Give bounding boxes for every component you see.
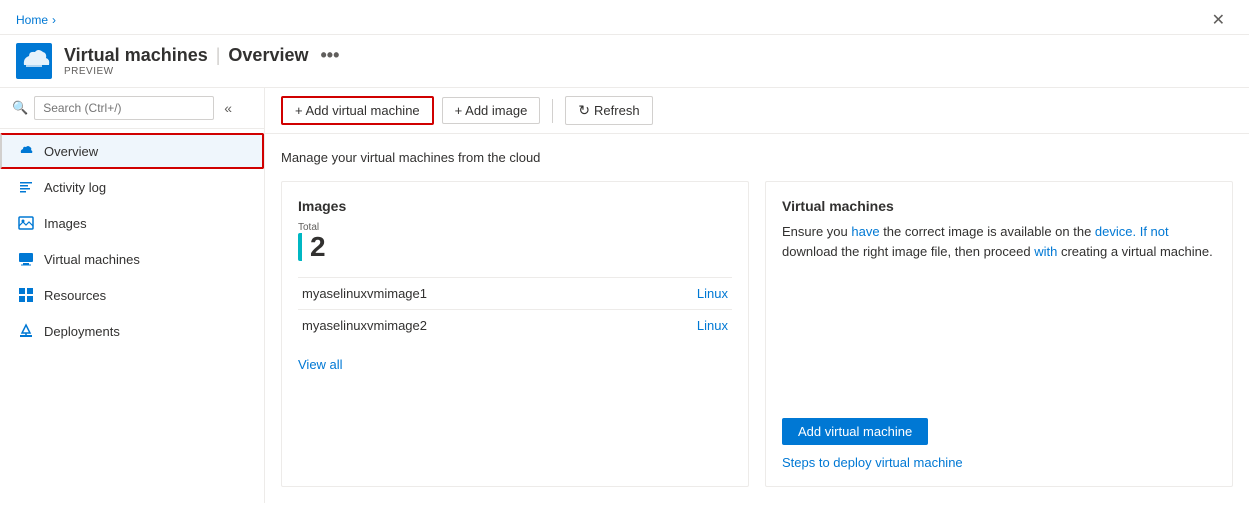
image-icon — [18, 215, 34, 231]
top-bar: Home › ✕ — [0, 0, 1249, 35]
breadcrumb: Home › — [16, 13, 56, 27]
breadcrumb-home[interactable]: Home — [16, 13, 48, 27]
table-row: myaselinuxvmimage1 Linux — [298, 277, 732, 309]
vm-steps-link[interactable]: Steps to deploy virtual machine — [782, 455, 1216, 470]
refresh-icon: ↻ — [578, 102, 590, 119]
total-count-wrapper: 2 — [298, 233, 732, 261]
total-label: Total — [298, 222, 732, 233]
sidebar-item-label-activity-log: Activity log — [44, 180, 106, 195]
page-header: Virtual machines | Overview ••• PREVIEW — [0, 35, 1249, 88]
table-row: myaselinuxvmimage2 Linux — [298, 309, 732, 341]
content-heading: Manage your virtual machines from the cl… — [281, 150, 1233, 165]
sidebar-item-label-resources: Resources — [44, 288, 106, 303]
vm-text-link-3[interactable]: with — [1034, 244, 1057, 259]
refresh-button[interactable]: ↻ Refresh — [565, 96, 652, 125]
toolbar: + Add virtual machine + Add image ↻ Refr… — [265, 88, 1249, 134]
header-text-group: Virtual machines | Overview ••• PREVIEW — [64, 45, 339, 77]
header-more-btn[interactable]: ••• — [320, 45, 339, 66]
header-title: Virtual machines | Overview ••• — [64, 45, 339, 66]
total-count: 2 — [310, 233, 326, 261]
sidebar-item-deployments[interactable]: Deployments — [0, 313, 264, 349]
images-card-title: Images — [298, 198, 732, 214]
collapse-sidebar-button[interactable]: « — [220, 98, 236, 118]
teal-bar — [298, 233, 302, 261]
sidebar-item-images[interactable]: Images — [0, 205, 264, 241]
image-name-2: myaselinuxvmimage2 — [302, 318, 681, 333]
add-virtual-machine-button[interactable]: + Add virtual machine — [281, 96, 434, 125]
activity-icon — [18, 179, 34, 195]
images-card: Images Total 2 myaselinuxvmimage1 Linux — [281, 181, 749, 487]
search-icon: 🔍 — [12, 100, 28, 116]
sidebar-nav: Overview Activity log Images — [0, 129, 264, 353]
total-section: Total 2 — [298, 222, 732, 261]
sidebar-item-label-overview: Overview — [44, 144, 98, 159]
vm-add-button[interactable]: Add virtual machine — [782, 418, 928, 445]
sidebar-item-label-vm: Virtual machines — [44, 252, 140, 267]
header-subtitle: PREVIEW — [64, 66, 339, 77]
sidebar-item-activity-log[interactable]: Activity log — [0, 169, 264, 205]
view-all-link[interactable]: View all — [298, 357, 732, 372]
add-image-button[interactable]: + Add image — [442, 97, 541, 124]
vm-card-description: Ensure you have the correct image is ava… — [782, 222, 1216, 261]
image-type-2[interactable]: Linux — [697, 318, 728, 333]
images-list: myaselinuxvmimage1 Linux myaselinuxvmima… — [298, 277, 732, 341]
sidebar-item-resources[interactable]: Resources — [0, 277, 264, 313]
vm-text-link-2[interactable]: device. If not — [1095, 224, 1169, 239]
sidebar-item-overview[interactable]: Overview — [0, 133, 264, 169]
sidebar-item-virtual-machines[interactable]: Virtual machines — [0, 241, 264, 277]
vm-text-link-1[interactable]: have — [851, 224, 879, 239]
resources-icon — [18, 287, 34, 303]
close-button[interactable]: ✕ — [1204, 6, 1233, 34]
content-area: Manage your virtual machines from the cl… — [265, 134, 1249, 503]
cards-row: Images Total 2 myaselinuxvmimage1 Linux — [281, 181, 1233, 487]
vm-icon — [18, 251, 34, 267]
sidebar-item-label-images: Images — [44, 216, 87, 231]
header-icon — [16, 43, 52, 79]
deployments-icon — [18, 323, 34, 339]
toolbar-divider — [552, 99, 553, 123]
sidebar-item-label-deployments: Deployments — [44, 324, 120, 339]
vm-header-icon — [16, 43, 52, 79]
vm-card: Virtual machines Ensure you have the cor… — [765, 181, 1233, 487]
breadcrumb-separator: › — [52, 13, 56, 27]
vm-card-title: Virtual machines — [782, 198, 1216, 214]
search-bar: 🔍 « — [0, 88, 264, 129]
image-name-1: myaselinuxvmimage1 — [302, 286, 681, 301]
sidebar: 🔍 « Overview Activity log — [0, 88, 265, 503]
main-layout: 🔍 « Overview Activity log — [0, 88, 1249, 503]
search-input[interactable] — [34, 96, 214, 120]
main-content: + Add virtual machine + Add image ↻ Refr… — [265, 88, 1249, 503]
image-type-1[interactable]: Linux — [697, 286, 728, 301]
cloud-icon — [18, 143, 34, 159]
